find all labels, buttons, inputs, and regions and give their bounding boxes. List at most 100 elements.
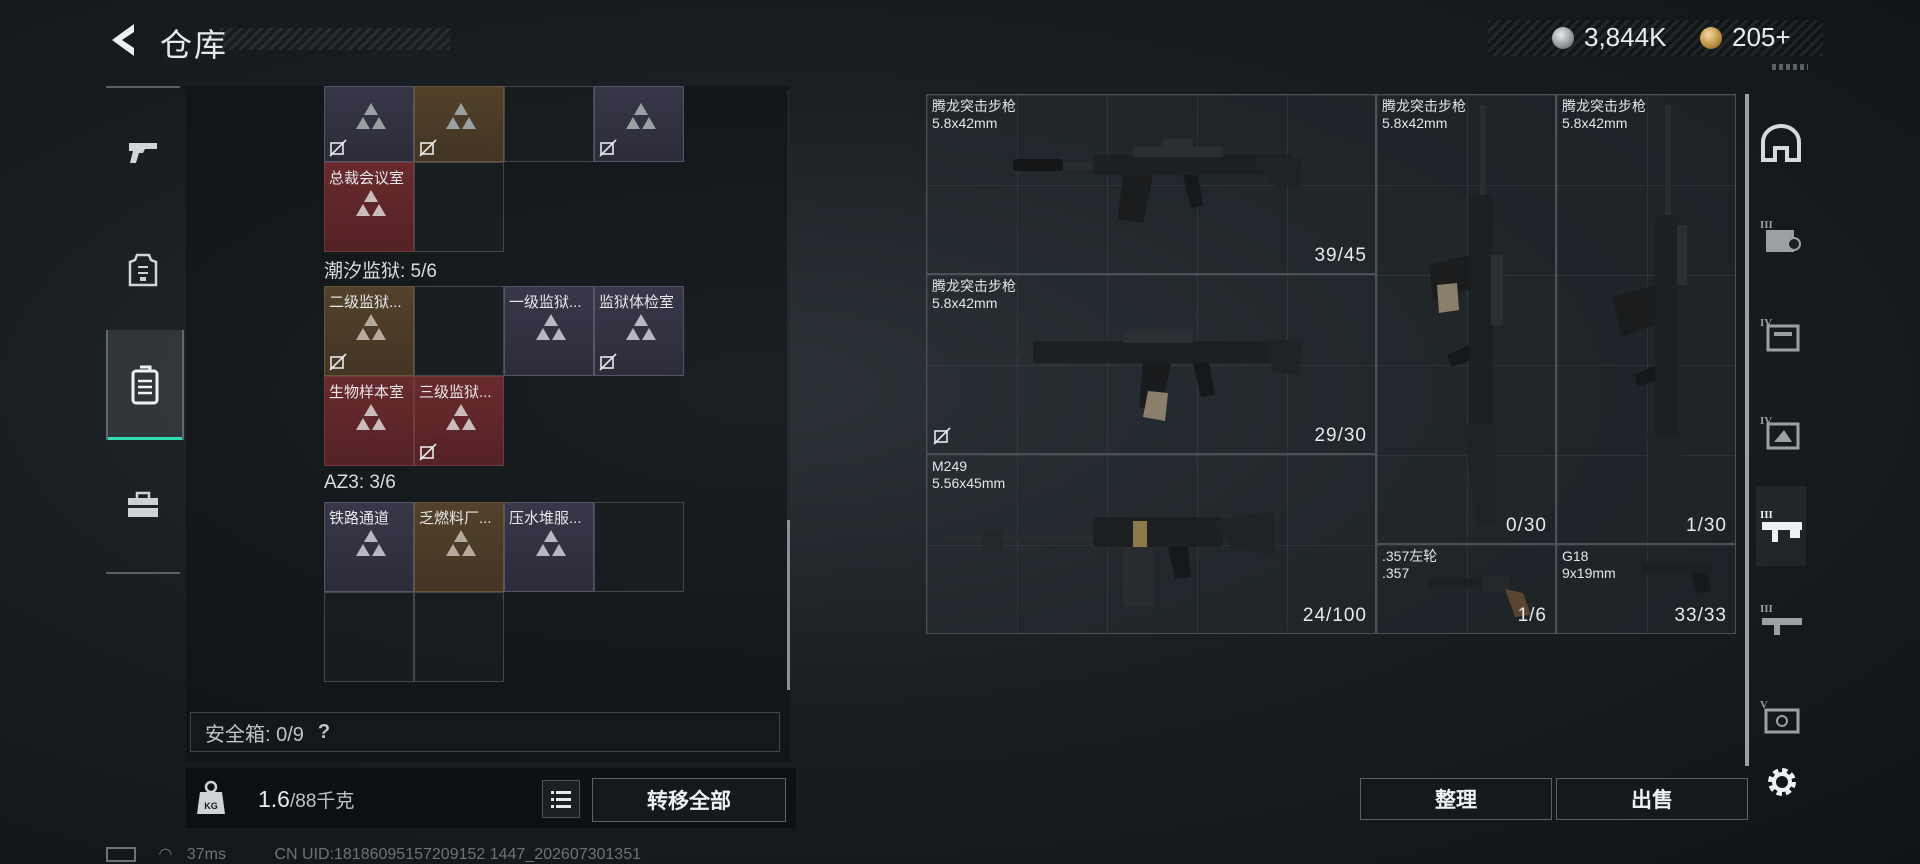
toolbox-icon: [128, 491, 158, 517]
settings-button[interactable]: [1762, 762, 1802, 802]
sidebar-item-backpack[interactable]: [106, 330, 184, 440]
map-item-cell[interactable]: 生物样本室: [324, 376, 414, 466]
sell-button[interactable]: 出售: [1556, 778, 1748, 820]
empty-slot[interactable]: [414, 162, 504, 252]
triangle-logo-icon: [356, 314, 386, 340]
no-transfer-icon: [419, 443, 437, 461]
map-item-cell[interactable]: 二级监狱...: [324, 286, 414, 376]
ammo-count: 24/100: [1302, 605, 1367, 626]
tier-folder-icon: IV: [1760, 317, 1800, 352]
back-arrow-icon: [112, 24, 134, 56]
no-transfer-icon: [419, 139, 437, 157]
sidebar-item-weapons[interactable]: [106, 112, 180, 192]
gear-icon: [1768, 768, 1796, 796]
ammo-count: 29/30: [1314, 425, 1367, 446]
triangle-logo-icon: [536, 530, 566, 556]
sidebar-item-helmet[interactable]: [1756, 104, 1806, 184]
triangle-logo-icon: [446, 103, 476, 129]
weapon-item-card[interactable]: 腾龙突击步枪 5.8x42mm 1/30: [1556, 94, 1736, 544]
weapon-caliber: 9x19mm: [1562, 565, 1616, 581]
svg-text:III: III: [1760, 603, 1773, 615]
weapon-name: 腾龙突击步枪: [932, 98, 1016, 114]
weapon-item-card[interactable]: M249 5.56x45mm 24/100: [926, 454, 1376, 634]
weapon-name: 腾龙突击步枪: [932, 278, 1016, 294]
safe-box-row[interactable]: 安全箱: 0/9 ?: [190, 712, 780, 752]
empty-slot[interactable]: [324, 592, 414, 682]
armor-icon: [128, 253, 158, 287]
assault-rifle-image: [1613, 105, 1687, 525]
map-item-cell[interactable]: [594, 86, 684, 162]
empty-slot[interactable]: [414, 592, 504, 682]
gold-amount: 205+: [1732, 22, 1791, 52]
map-item-cell[interactable]: [324, 86, 414, 162]
list-view-button[interactable]: [542, 780, 580, 818]
menu-dots-icon: [1772, 64, 1808, 70]
warehouse-scrollbar[interactable]: [1745, 94, 1749, 766]
map-item-cell[interactable]: 压水堆服...: [504, 502, 594, 592]
weapon-item-card[interactable]: 腾龙突击步枪 5.8x42mm 39/45: [926, 94, 1376, 274]
weapon-item-card[interactable]: G18 9x19mm 33/33: [1556, 544, 1736, 634]
item-name: 生物样本室: [329, 384, 405, 401]
no-transfer-icon: [329, 139, 347, 157]
weight-current: 1.6: [258, 786, 290, 812]
triangle-logo-icon: [356, 404, 386, 430]
sidebar-item-tier3-rifle[interactable]: III: [1756, 580, 1806, 660]
assault-rifle-image: [1013, 139, 1303, 223]
triangle-logo-icon: [536, 314, 566, 340]
map-item-cell[interactable]: 监狱体检室: [594, 286, 684, 376]
no-transfer-icon: [599, 139, 617, 157]
map-item-cell[interactable]: 总裁会议室: [324, 162, 414, 252]
help-icon[interactable]: ?: [318, 721, 330, 744]
tier-weapon-icon: III: [1760, 509, 1802, 542]
uid-text: CN UID:18186095157209152 1447_2026073013…: [274, 846, 641, 863]
item-name: 总裁会议室: [329, 170, 405, 187]
triangle-logo-icon: [626, 103, 656, 129]
ammo-count: 1/6: [1517, 605, 1547, 626]
map-item-cell[interactable]: [414, 86, 504, 162]
item-name: 铁路通道: [329, 510, 390, 527]
map-item-cell[interactable]: 铁路通道: [324, 502, 414, 592]
sidebar-item-armor[interactable]: [106, 230, 180, 310]
title-decoration: [220, 28, 450, 50]
triangle-logo-icon: [446, 404, 476, 430]
empty-slot[interactable]: [594, 502, 684, 592]
sidebar-item-tier4-folder[interactable]: IV: [1756, 294, 1806, 374]
weapon-item-card[interactable]: 腾龙突击步枪 5.8x42mm 29/30: [926, 274, 1376, 454]
sidebar-item-tier5-case[interactable]: V: [1756, 676, 1806, 756]
sidebar-item-tier3-armor[interactable]: III: [1756, 196, 1806, 276]
no-transfer-icon: [933, 427, 951, 445]
weapon-name: G18: [1562, 548, 1589, 564]
svg-text:III: III: [1760, 509, 1773, 521]
sidebar-item-tools[interactable]: [106, 465, 180, 545]
empty-slot[interactable]: [504, 86, 594, 162]
weapon-item-card[interactable]: .357左轮 .357 1/6: [1376, 544, 1556, 634]
sidebar-item-tier4-map[interactable]: IV: [1756, 392, 1806, 472]
status-bar: ◠ 37ms CN UID:18186095157209152 1447_202…: [106, 844, 641, 864]
battery-icon: [106, 847, 136, 863]
weapon-caliber: 5.8x42mm: [932, 295, 998, 311]
sort-button[interactable]: 整理: [1360, 778, 1552, 820]
weapon-item-card[interactable]: 腾龙突击步枪 5.8x42mm 0/30: [1376, 94, 1556, 544]
helmet-icon: [1761, 124, 1801, 162]
assault-rifle-image: [943, 331, 1303, 421]
tier-map-icon: IV: [1760, 415, 1800, 450]
backpack-scroll-thumb[interactable]: [787, 520, 790, 690]
item-name: 一级监狱...: [509, 294, 582, 311]
empty-slot[interactable]: [414, 286, 504, 376]
map-item-cell[interactable]: 一级监狱...: [504, 286, 594, 376]
silver-amount: 3,844K: [1584, 22, 1667, 52]
item-name: 二级监狱...: [329, 294, 402, 311]
list-icon: [551, 791, 571, 808]
map-item-cell[interactable]: 乏燃料厂...: [414, 502, 504, 592]
transfer-all-button[interactable]: 转移全部: [592, 778, 786, 822]
weapon-caliber: 5.8x42mm: [932, 115, 998, 131]
svg-text:KG: KG: [204, 801, 218, 811]
map-item-cell[interactable]: 三级监狱...: [414, 376, 504, 466]
sidebar-item-tier3-weapon[interactable]: III: [1756, 486, 1806, 566]
gold-coin-icon: [1700, 27, 1722, 49]
page-title: 仓库: [160, 27, 229, 63]
item-name: 乏燃料厂...: [419, 510, 492, 527]
tier-rifle-icon: III: [1760, 603, 1802, 635]
no-transfer-icon: [329, 353, 347, 371]
back-button[interactable]: [104, 20, 144, 60]
